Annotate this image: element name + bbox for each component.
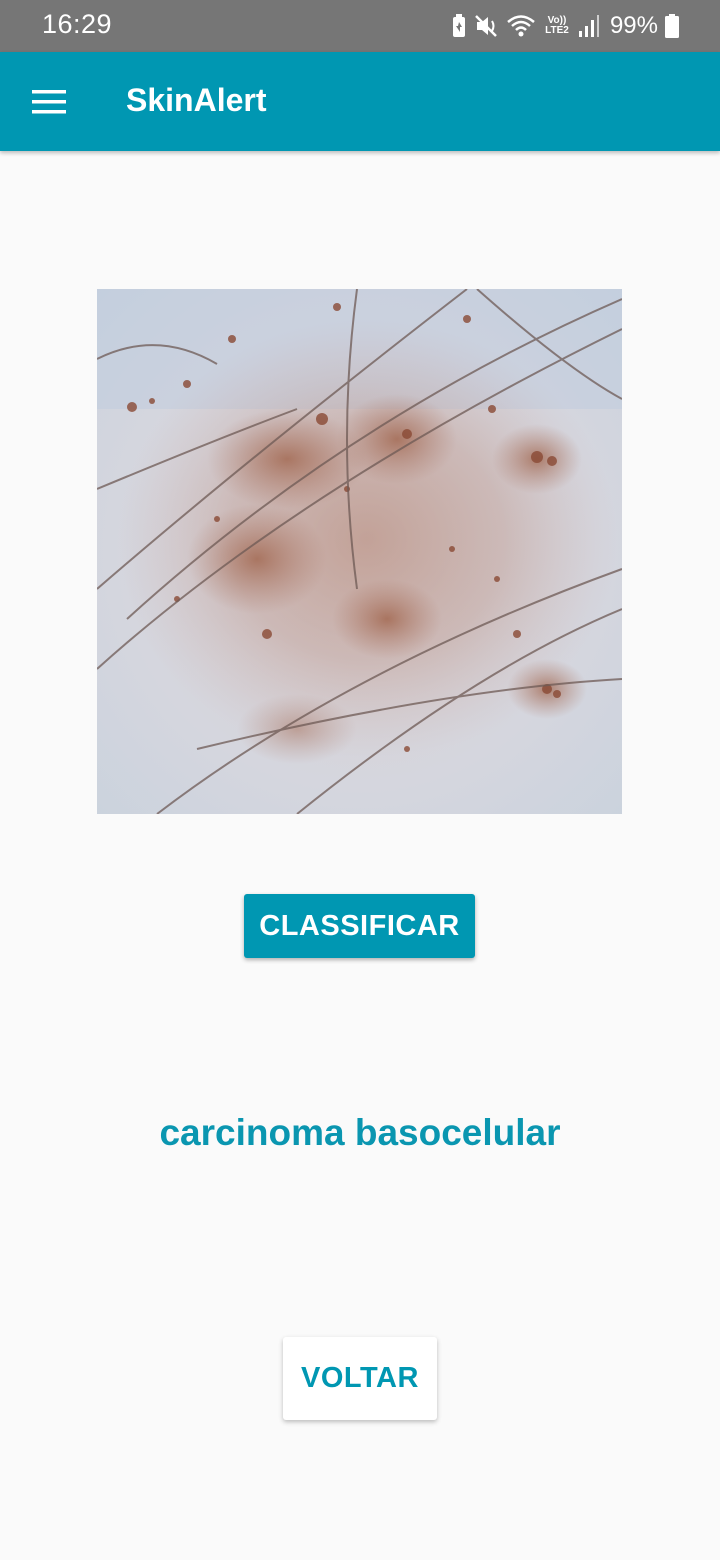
battery-icon	[664, 13, 680, 39]
status-time: 16:29	[42, 9, 113, 39]
app-bar: SkinAlert	[0, 52, 720, 151]
app-title: SkinAlert	[126, 82, 267, 118]
battery-saver-icon	[450, 13, 468, 39]
lte-label: LTE2	[545, 25, 569, 36]
volte-icon: Vo)) LTE2	[542, 16, 572, 36]
wifi-icon	[506, 13, 536, 39]
hamburger-menu-icon[interactable]	[22, 80, 76, 124]
signal-icon	[578, 14, 600, 38]
battery-percent: 99%	[609, 12, 658, 39]
status-bar: 16:29 Vo)) LTE2 99%	[0, 0, 720, 52]
status-icons: Vo)) LTE2 99%	[450, 10, 680, 42]
classify-button[interactable]: CLASSIFICAR	[244, 894, 475, 958]
mute-icon	[474, 13, 500, 39]
skin-lesion-image	[97, 289, 622, 814]
back-button[interactable]: VOLTAR	[283, 1337, 437, 1420]
classification-result: carcinoma basocelular	[159, 1112, 561, 1153]
